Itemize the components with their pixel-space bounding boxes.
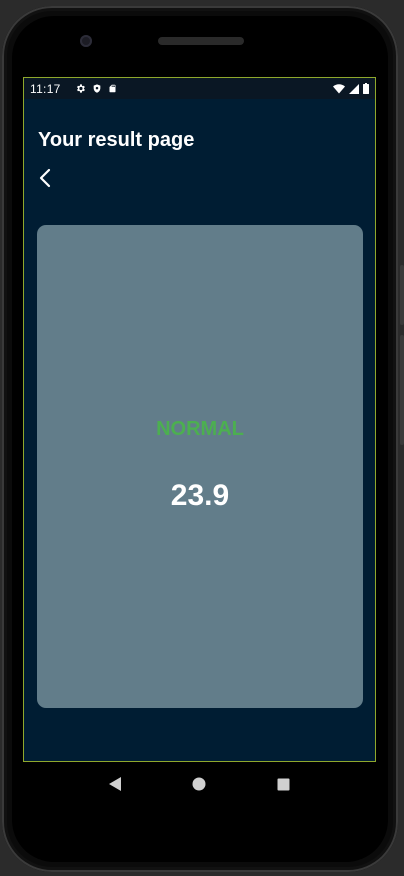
shield-icon: [92, 83, 102, 94]
battery-icon: [363, 83, 369, 94]
status-bar: 11:17: [24, 78, 375, 99]
earpiece-speaker: [158, 37, 244, 45]
nav-back-button[interactable]: [103, 772, 127, 796]
nav-recents-button[interactable]: [272, 772, 296, 796]
result-card: NORMAL 23.9: [37, 225, 363, 708]
chevron-left-icon: [39, 168, 51, 188]
signal-icon: [349, 83, 359, 94]
system-navigation-bar: [23, 762, 376, 806]
result-status-label: NORMAL: [156, 418, 244, 440]
volume-button: [400, 265, 404, 325]
nav-home-button[interactable]: [187, 772, 211, 796]
wifi-icon: [333, 83, 345, 94]
recents-square-icon: [277, 778, 290, 790]
back-triangle-icon: [109, 777, 122, 791]
app-screen: 11:17 Your result page NORMAL 23.9: [23, 77, 376, 762]
gear-icon: [75, 83, 86, 94]
sd-card-icon: [108, 83, 117, 94]
page-title: Your result page: [38, 129, 195, 151]
front-camera: [80, 35, 92, 47]
back-button[interactable]: [34, 166, 58, 190]
power-button: [400, 335, 404, 445]
result-value: 23.9: [170, 479, 230, 512]
home-circle-icon: [192, 777, 206, 791]
status-time: 11:17: [30, 81, 61, 96]
